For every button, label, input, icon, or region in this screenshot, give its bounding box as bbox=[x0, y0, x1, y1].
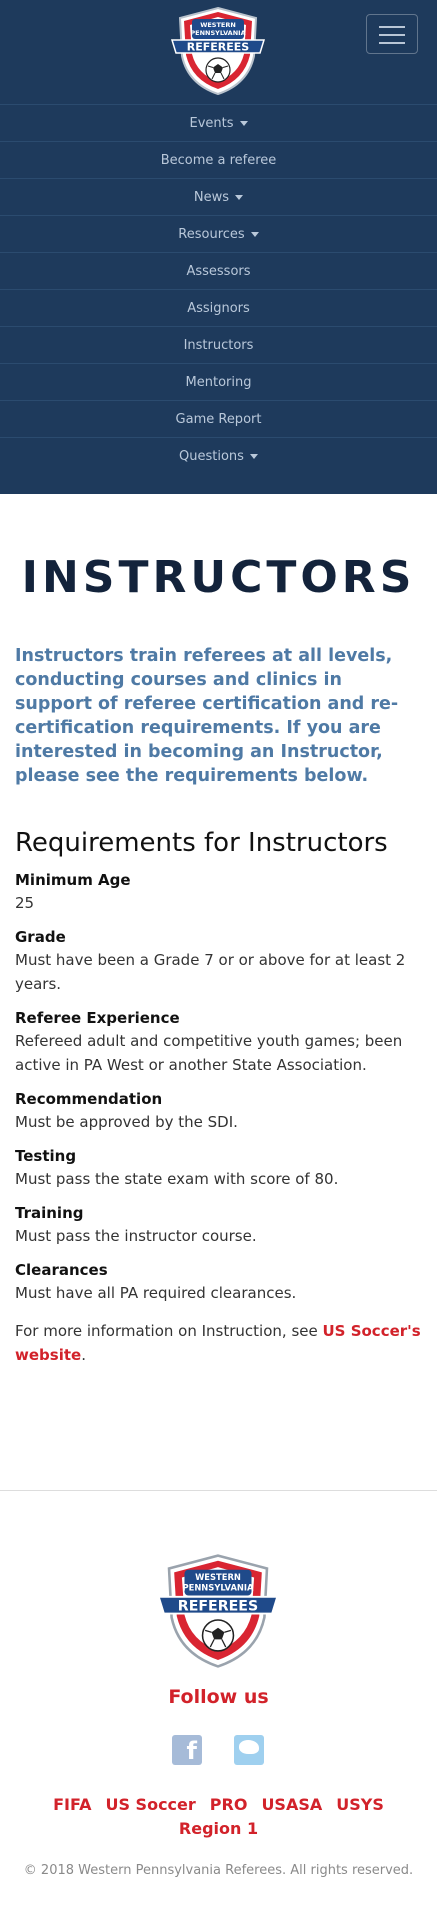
requirement-label: Training bbox=[15, 1204, 84, 1222]
facebook-icon[interactable]: f bbox=[172, 1735, 202, 1765]
requirement-value: Must pass the instructor course. bbox=[15, 1227, 257, 1245]
page-title: INSTRUCTORS bbox=[21, 552, 416, 603]
intro-text: Instructors train referees at all levels… bbox=[15, 646, 399, 786]
menu-bar bbox=[379, 26, 405, 28]
requirement-value: Must have all PA required clearances. bbox=[15, 1284, 297, 1302]
nav-item-questions[interactable]: Questions bbox=[0, 437, 437, 474]
nav-item-game-report[interactable]: Game Report bbox=[0, 400, 437, 437]
nav-item-assessors[interactable]: Assessors bbox=[0, 252, 437, 289]
nav-item-label: Questions bbox=[179, 448, 244, 464]
more-info-text: For more information on Instruction, see… bbox=[15, 1319, 422, 1367]
caret-down-icon bbox=[235, 194, 244, 200]
requirement-label: Referee Experience bbox=[15, 1009, 180, 1027]
navbar: WESTERN PENNSYLVANIA REFEREES Events Bec… bbox=[0, 0, 437, 494]
nav-item-instructors[interactable]: Instructors bbox=[0, 326, 437, 363]
requirement-value: Must be approved by the SDI. bbox=[15, 1113, 238, 1131]
requirement-label: Testing bbox=[15, 1147, 77, 1165]
nav-item-events[interactable]: Events bbox=[0, 104, 437, 141]
requirement-training: Training Must pass the instructor course… bbox=[15, 1203, 422, 1248]
nav-item-label: Resources bbox=[178, 226, 245, 242]
brand-logo[interactable]: WESTERN PENNSYLVANIA REFEREES bbox=[168, 6, 268, 96]
main-content: INSTRUCTORS Instructors train referees a… bbox=[0, 552, 437, 1367]
nav-item-become-a-referee[interactable]: Become a referee bbox=[0, 141, 437, 178]
footer-logo: WESTERN PENNSYLVANIA REFEREES bbox=[157, 1554, 279, 1668]
requirement-value: Refereed adult and competitive youth gam… bbox=[15, 1032, 403, 1074]
svg-text:PENNSYLVANIA: PENNSYLVANIA bbox=[190, 29, 245, 37]
footer-link-usasa[interactable]: USASA bbox=[261, 1795, 322, 1814]
svg-text:REFEREES: REFEREES bbox=[187, 41, 250, 54]
requirement-label: Recommendation bbox=[15, 1090, 163, 1108]
nav-item-assignors[interactable]: Assignors bbox=[0, 289, 437, 326]
requirement-value: Must have been a Grade 7 or or above for… bbox=[15, 951, 406, 993]
nav-item-label: Instructors bbox=[183, 337, 254, 353]
requirement-grade: Grade Must have been a Grade 7 or or abo… bbox=[15, 927, 422, 996]
nav-item-label: Mentoring bbox=[185, 374, 252, 390]
svg-text:WESTERN: WESTERN bbox=[200, 21, 236, 29]
caret-down-icon bbox=[239, 120, 248, 126]
requirement-clearances: Clearances Must have all PA required cle… bbox=[15, 1260, 422, 1305]
requirement-value: 25 bbox=[15, 894, 35, 912]
requirement-label: Clearances bbox=[15, 1261, 108, 1279]
nav-item-label: Assignors bbox=[187, 300, 250, 316]
nav-item-resources[interactable]: Resources bbox=[0, 215, 437, 252]
footer-link-us-soccer[interactable]: US Soccer bbox=[105, 1795, 195, 1814]
requirement-recommendation: Recommendation Must be approved by the S… bbox=[15, 1089, 422, 1134]
copyright: © 2018 Western Pennsylvania Referees. Al… bbox=[23, 1863, 414, 1878]
requirement-value: Must pass the state exam with score of 8… bbox=[15, 1170, 339, 1188]
nav-item-news[interactable]: News bbox=[0, 178, 437, 215]
footer-link-fifa[interactable]: FIFA bbox=[53, 1795, 91, 1814]
requirement-minimum-age: Minimum Age 25 bbox=[15, 870, 422, 915]
caret-down-icon bbox=[250, 231, 259, 237]
nav-item-mentoring[interactable]: Mentoring bbox=[0, 363, 437, 400]
nav-item-label: Become a referee bbox=[160, 152, 277, 168]
requirement-label: Minimum Age bbox=[15, 871, 131, 889]
more-info-suffix: . bbox=[81, 1346, 86, 1364]
menu-bar bbox=[379, 42, 405, 44]
nav-item-label: Assessors bbox=[186, 263, 251, 279]
footer-link-pro[interactable]: PRO bbox=[210, 1795, 248, 1814]
twitter-icon[interactable] bbox=[234, 1735, 264, 1765]
footer: WESTERN PENNSYLVANIA REFEREES Follow us … bbox=[0, 1490, 437, 1918]
svg-text:PENNSYLVANIA: PENNSYLVANIA bbox=[182, 1582, 254, 1592]
requirement-testing: Testing Must pass the state exam with sc… bbox=[15, 1146, 422, 1191]
nav-item-label: Game Report bbox=[175, 411, 262, 427]
hamburger-menu-icon[interactable] bbox=[366, 14, 418, 54]
requirement-referee-experience: Referee Experience Refereed adult and co… bbox=[15, 1008, 422, 1077]
footer-link-region-1[interactable]: Region 1 bbox=[179, 1819, 258, 1838]
svg-text:REFEREES: REFEREES bbox=[178, 1598, 258, 1614]
svg-text:WESTERN: WESTERN bbox=[195, 1572, 241, 1582]
requirement-label: Grade bbox=[15, 928, 66, 946]
more-info-prefix: For more information on Instruction, see bbox=[15, 1322, 323, 1340]
requirements-heading: Requirements for Instructors bbox=[15, 828, 388, 858]
footer-link-usys[interactable]: USYS bbox=[336, 1795, 384, 1814]
follow-us-label: Follow us bbox=[168, 1686, 269, 1708]
nav-menu: Events Become a referee News Resources A… bbox=[0, 104, 437, 474]
nav-item-label: Events bbox=[189, 115, 234, 131]
caret-down-icon bbox=[249, 453, 258, 459]
menu-bar bbox=[379, 34, 405, 36]
footer-links: FIFA US Soccer PRO USASA USYS Region 1 bbox=[0, 1793, 437, 1841]
nav-item-label: News bbox=[193, 189, 230, 205]
